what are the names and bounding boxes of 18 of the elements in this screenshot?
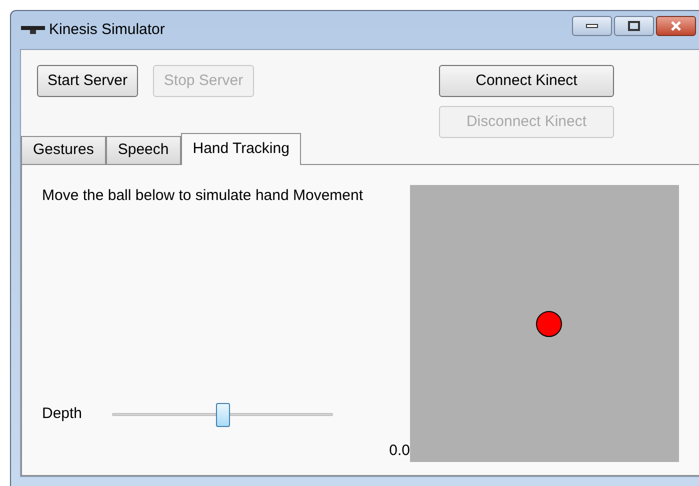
window-title: Kinesis Simulator	[49, 20, 165, 40]
minimize-button[interactable]	[572, 16, 612, 36]
tracking-canvas[interactable]	[410, 185, 679, 462]
tab[interactable]: Gestures	[21, 136, 106, 164]
instruction-text: Move the ball below to simulate hand Movement	[42, 186, 364, 206]
depth-label: Depth	[42, 404, 84, 424]
tab[interactable]: Speech	[106, 136, 181, 164]
maximize-icon	[628, 21, 640, 31]
close-icon	[670, 21, 682, 31]
maximize-button[interactable]	[614, 16, 654, 36]
minimize-icon	[586, 24, 598, 28]
close-button[interactable]	[656, 16, 696, 36]
push-button[interactable]: Connect Kinect	[439, 65, 614, 97]
slider-thumb[interactable]	[216, 402, 230, 427]
depth-value: 0.0	[389, 440, 410, 460]
tab[interactable]: Hand Tracking	[180, 133, 302, 165]
push-button[interactable]: Start Server	[37, 65, 138, 97]
sensor-icon	[21, 25, 45, 35]
